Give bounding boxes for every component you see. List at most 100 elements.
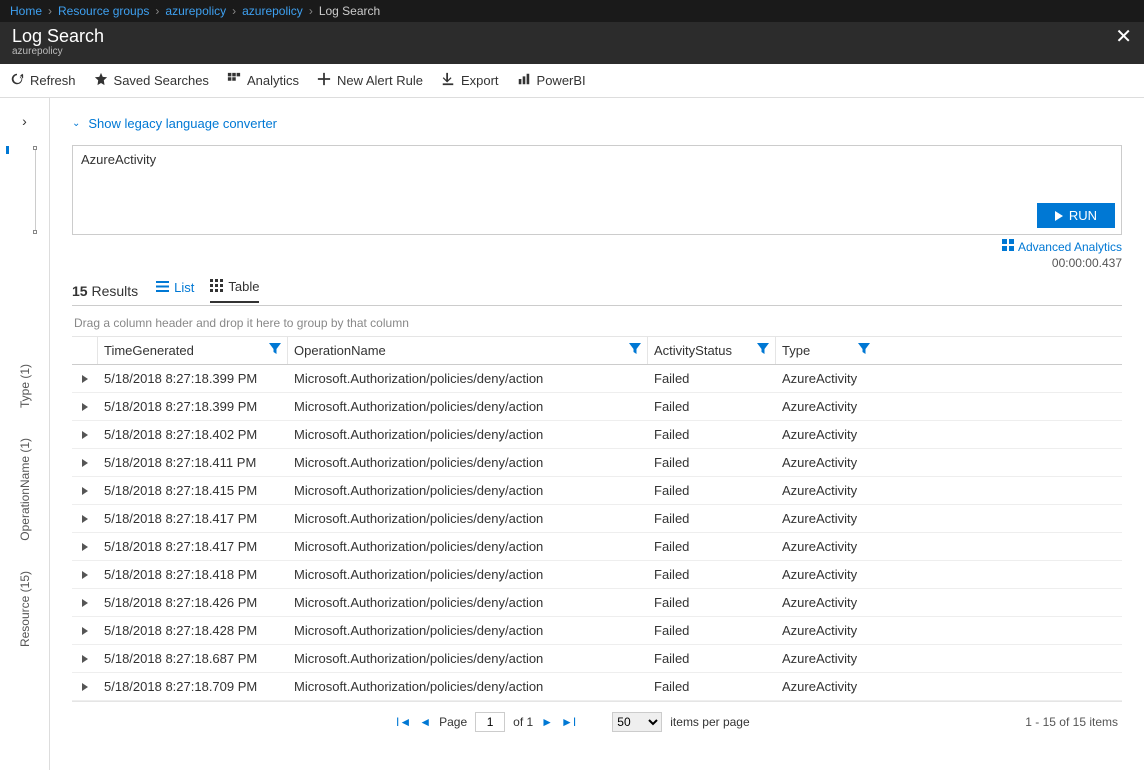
caret-right-icon [82,543,88,551]
expand-row-button[interactable] [72,515,98,523]
results-bar: 15 Results List Table [72,276,1122,306]
cell-status: Failed [648,455,776,470]
title-bar: Log Search azurepolicy ✕ [0,22,1144,64]
cell-status: Failed [648,651,776,666]
close-button[interactable]: ✕ [1115,26,1132,48]
table-row[interactable]: 5/18/2018 8:27:18.399 PMMicrosoft.Author… [72,365,1122,393]
run-button[interactable]: RUN [1037,203,1115,228]
caret-right-icon [82,459,88,467]
breadcrumb-azurepolicy-2[interactable]: azurepolicy [242,4,303,18]
table-row[interactable]: 5/18/2018 8:27:18.709 PMMicrosoft.Author… [72,673,1122,701]
export-button[interactable]: Export [441,72,499,89]
cell-operation: Microsoft.Authorization/policies/deny/ac… [288,399,648,414]
expand-row-button[interactable] [72,655,98,663]
page-prev-button[interactable]: ◄ [419,715,431,729]
results-count-value: 15 [72,283,88,299]
expand-rail-button[interactable]: › [22,113,27,129]
table-row[interactable]: 5/18/2018 8:27:18.411 PMMicrosoft.Author… [72,449,1122,477]
legacy-converter-label: Show legacy language converter [88,116,277,131]
filter-icon[interactable] [629,343,641,358]
col-timegenerated-label: TimeGenerated [104,343,194,358]
group-by-dropzone[interactable]: Drag a column header and drop it here to… [72,312,1122,334]
table-row[interactable]: 5/18/2018 8:27:18.402 PMMicrosoft.Author… [72,421,1122,449]
powerbi-button[interactable]: PowerBI [517,72,586,89]
expand-row-button[interactable] [72,403,98,411]
cell-time: 5/18/2018 8:27:18.417 PM [98,511,288,526]
page-title: Log Search [12,26,104,46]
rail-tab-resource[interactable]: Resource (15) [16,565,34,653]
new-alert-button[interactable]: New Alert Rule [317,72,423,89]
cell-time: 5/18/2018 8:27:18.415 PM [98,483,288,498]
results-grid: TimeGenerated OperationName ActivityStat… [72,336,1122,702]
refresh-icon [10,72,24,89]
expand-row-button[interactable] [72,459,98,467]
col-type[interactable]: Type [776,337,876,364]
breadcrumb-azurepolicy-1[interactable]: azurepolicy [165,4,226,18]
cell-operation: Microsoft.Authorization/policies/deny/ac… [288,427,648,442]
items-per-page-select[interactable]: 50 [612,712,662,732]
expand-row-button[interactable] [72,599,98,607]
analytics-button[interactable]: Analytics [227,72,299,89]
expand-row-button[interactable] [72,487,98,495]
caret-right-icon [82,655,88,663]
cell-operation: Microsoft.Authorization/policies/deny/ac… [288,371,648,386]
rail-tab-operationname[interactable]: OperationName (1) [16,432,34,547]
filter-icon[interactable] [269,343,281,358]
table-row[interactable]: 5/18/2018 8:27:18.418 PMMicrosoft.Author… [72,561,1122,589]
chevron-right-icon: › [48,4,52,18]
view-table-button[interactable]: Table [210,279,259,303]
expand-row-button[interactable] [72,543,98,551]
cell-status: Failed [648,371,776,386]
col-operationname[interactable]: OperationName [288,337,648,364]
page-input[interactable] [475,712,505,732]
new-alert-label: New Alert Rule [337,73,423,88]
star-icon [94,72,108,89]
table-row[interactable]: 5/18/2018 8:27:18.417 PMMicrosoft.Author… [72,505,1122,533]
table-row[interactable]: 5/18/2018 8:27:18.426 PMMicrosoft.Author… [72,589,1122,617]
page-next-button[interactable]: ► [541,715,553,729]
refresh-button[interactable]: Refresh [10,72,76,89]
cell-type: AzureActivity [776,539,876,554]
col-timegenerated[interactable]: TimeGenerated [98,337,288,364]
table-row[interactable]: 5/18/2018 8:27:18.417 PMMicrosoft.Author… [72,533,1122,561]
pager-range: 1 - 15 of 15 items [1025,715,1118,729]
cell-status: Failed [648,399,776,414]
table-row[interactable]: 5/18/2018 8:27:18.415 PMMicrosoft.Author… [72,477,1122,505]
saved-searches-button[interactable]: Saved Searches [94,72,209,89]
expand-row-button[interactable] [72,375,98,383]
caret-right-icon [82,403,88,411]
filter-icon[interactable] [757,343,769,358]
caret-right-icon [82,627,88,635]
rail-tab-type[interactable]: Type (1) [16,358,34,414]
expand-row-button[interactable] [72,431,98,439]
results-count: 15 Results [72,283,138,299]
query-editor[interactable]: AzureActivity RUN [72,145,1122,235]
col-activitystatus[interactable]: ActivityStatus [648,337,776,364]
page-first-button[interactable]: I◄ [396,715,411,729]
advanced-analytics-label: Advanced Analytics [1018,240,1122,254]
table-row[interactable]: 5/18/2018 8:27:18.428 PMMicrosoft.Author… [72,617,1122,645]
saved-searches-label: Saved Searches [114,73,209,88]
caret-right-icon [82,515,88,523]
items-per-page-label: items per page [670,715,749,729]
cell-type: AzureActivity [776,595,876,610]
cell-status: Failed [648,595,776,610]
expand-row-button[interactable] [72,627,98,635]
cell-operation: Microsoft.Authorization/policies/deny/ac… [288,595,648,610]
page-last-button[interactable]: ►I [561,715,576,729]
download-icon [441,72,455,89]
table-row[interactable]: 5/18/2018 8:27:18.687 PMMicrosoft.Author… [72,645,1122,673]
filter-icon[interactable] [858,343,870,358]
caret-right-icon [82,571,88,579]
expand-row-button[interactable] [72,571,98,579]
advanced-analytics-link[interactable]: Advanced Analytics [1002,239,1122,254]
breadcrumb-resource-groups[interactable]: Resource groups [58,4,149,18]
expand-row-button[interactable] [72,683,98,691]
page-subtitle: azurepolicy [12,46,104,57]
breadcrumb-home[interactable]: Home [10,4,42,18]
cell-operation: Microsoft.Authorization/policies/deny/ac… [288,455,648,470]
view-list-button[interactable]: List [156,280,194,302]
content-area: ⌄ Show legacy language converter AzureAc… [50,98,1144,770]
table-row[interactable]: 5/18/2018 8:27:18.399 PMMicrosoft.Author… [72,393,1122,421]
legacy-converter-link[interactable]: ⌄ Show legacy language converter [72,116,1122,131]
